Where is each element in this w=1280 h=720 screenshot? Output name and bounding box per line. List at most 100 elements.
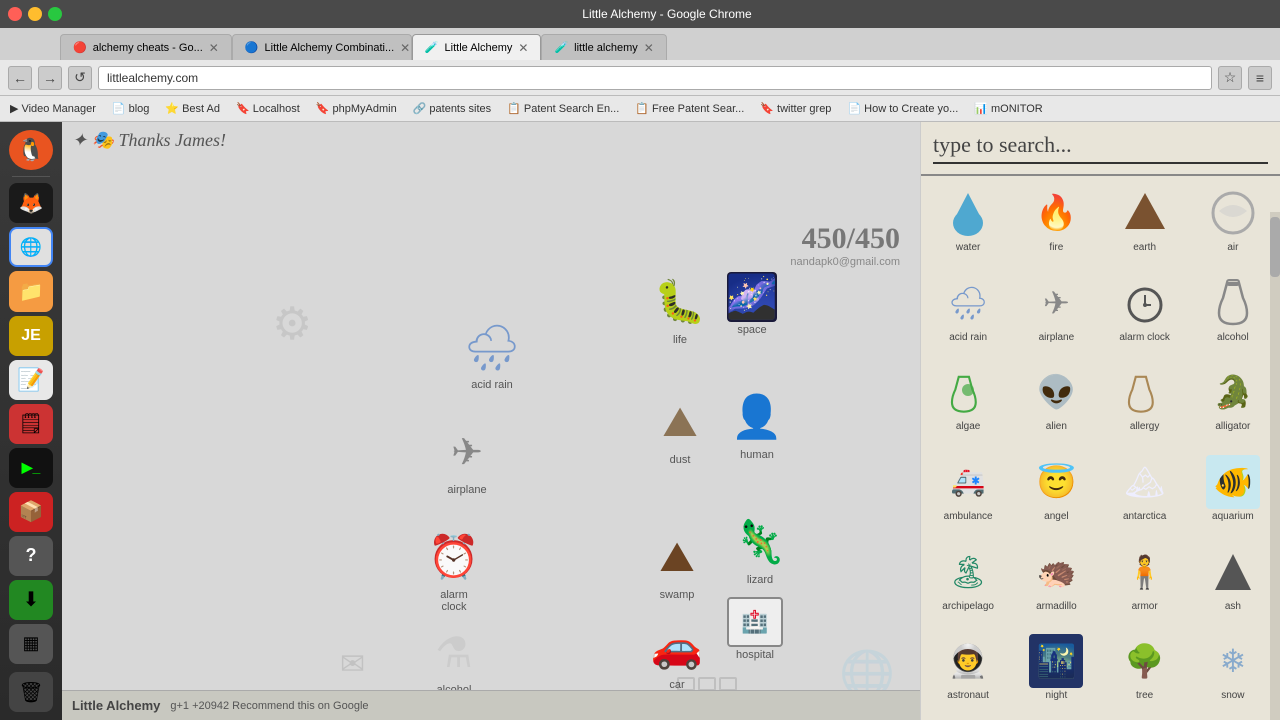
board-element-dust[interactable]: ⛰ dust	[650, 392, 710, 466]
back-button[interactable]: ←	[8, 66, 32, 90]
tab-alchemy-cheats[interactable]: 🔴 alchemy cheats - Go... ✕	[60, 34, 232, 60]
maximize-button[interactable]	[48, 7, 62, 21]
board-element-hospital[interactable]: 🏥 hospital	[727, 597, 783, 661]
dock-files[interactable]: 📁	[9, 271, 53, 311]
element-night[interactable]: 🌃 night	[1013, 628, 1099, 716]
tab-close-4[interactable]: ✕	[644, 41, 654, 55]
snow-label: snow	[1221, 690, 1244, 702]
url-bar[interactable]: littlealchemy.com	[98, 66, 1212, 90]
bg-envelope: ✉	[340, 647, 365, 682]
bookmark-best-ad[interactable]: ⭐ Best Ad	[159, 100, 226, 117]
element-armor[interactable]: 🧍 armor	[1102, 539, 1188, 627]
element-ambulance[interactable]: 🚑 ambulance	[925, 449, 1011, 537]
board-element-life[interactable]: 🐛 life	[650, 272, 710, 346]
elements-panel: type to search... water 🔥 fire earth	[920, 122, 1280, 720]
board-element-car[interactable]: 🚗 car	[647, 617, 707, 691]
dock-uget[interactable]: ⬇	[9, 580, 53, 620]
dock-terminal[interactable]: ▶_	[9, 448, 53, 488]
element-air[interactable]: air	[1190, 180, 1276, 268]
element-alien[interactable]: 👽 alien	[1013, 359, 1099, 447]
airplane-label: airplane	[447, 484, 486, 496]
dock-ubuntu[interactable]: 🐧	[9, 130, 53, 170]
bookmark-video-manager[interactable]: ▶ Video Manager	[4, 100, 102, 117]
board-element-swamp[interactable]: ⛰ swamp	[647, 527, 707, 601]
panel-astronaut-icon: 👨‍🚀	[941, 634, 995, 688]
bookmark-blog[interactable]: 📄 blog	[106, 100, 156, 117]
dock-je[interactable]: JE	[9, 316, 53, 356]
element-astronaut[interactable]: 👨‍🚀 astronaut	[925, 628, 1011, 716]
element-acid-rain[interactable]: 🌧 acid rain	[925, 270, 1011, 358]
forward-button[interactable]: →	[38, 66, 62, 90]
bookmark-monitor[interactable]: 📊 mONITOR	[968, 100, 1048, 117]
board-element-lizard[interactable]: 🦎 lizard	[730, 512, 790, 586]
bookmark-phpmyadmin[interactable]: 🔖 phpMyAdmin	[310, 100, 403, 117]
panel-scrollbar[interactable]	[1270, 212, 1280, 720]
element-alcohol[interactable]: alcohol	[1190, 270, 1276, 358]
panel-angel-icon: 😇	[1029, 455, 1083, 509]
search-area: type to search...	[921, 122, 1280, 176]
dock-workspace[interactable]: ▦	[9, 624, 53, 664]
minimize-button[interactable]	[28, 7, 42, 21]
ash-label: ash	[1225, 601, 1241, 613]
tab-little-alchemy-2[interactable]: 🧪 little alchemy ✕	[541, 34, 666, 60]
life-label: life	[673, 334, 687, 346]
dock-synaptic[interactable]: 📦	[9, 492, 53, 532]
board-element-human[interactable]: 👤 human	[727, 387, 787, 461]
dock-trash[interactable]: 🗑	[9, 672, 53, 712]
element-angel[interactable]: 😇 angel	[1013, 449, 1099, 537]
alien-label: alien	[1046, 421, 1067, 433]
tab-combinations[interactable]: 🔵 Little Alchemy Combinati... ✕	[232, 34, 412, 60]
armor-label: armor	[1132, 601, 1158, 613]
element-snow[interactable]: ❄ snow	[1190, 628, 1276, 716]
tab-close-1[interactable]: ✕	[209, 41, 219, 55]
dock-text-editor[interactable]: 📝	[9, 360, 53, 400]
element-airplane[interactable]: ✈ airplane	[1013, 270, 1099, 358]
bookmark-patents[interactable]: 🔗 patents sites	[407, 100, 497, 117]
close-button[interactable]	[8, 7, 22, 21]
panel-ash-icon	[1206, 545, 1260, 599]
board-element-acid-rain[interactable]: 🌧 acid rain	[462, 317, 522, 391]
acid-rain-panel-label: acid rain	[949, 332, 987, 344]
tab-close-3[interactable]: ✕	[518, 41, 528, 55]
game-header: ✦ 🎭 Thanks James!	[72, 130, 910, 151]
tab-little-alchemy[interactable]: 🧪 Little Alchemy ✕	[412, 34, 542, 60]
refresh-button[interactable]: ↺	[68, 66, 92, 90]
element-alligator[interactable]: 🐊 alligator	[1190, 359, 1276, 447]
fire-label: fire	[1049, 242, 1063, 254]
element-alarm-clock[interactable]: alarm clock	[1102, 270, 1188, 358]
element-archipelago[interactable]: 🏝 archipelago	[925, 539, 1011, 627]
armadillo-label: armadillo	[1036, 601, 1077, 613]
element-tree[interactable]: 🌳 tree	[1102, 628, 1188, 716]
bookmarks-bar: ▶ Video Manager 📄 blog ⭐ Best Ad 🔖 Local…	[0, 96, 1280, 122]
menu-button[interactable]: ≡	[1248, 66, 1272, 90]
element-algae[interactable]: algae	[925, 359, 1011, 447]
tab-close-2[interactable]: ✕	[400, 41, 410, 55]
panel-alcohol-icon	[1206, 276, 1260, 330]
bookmark-patent-search[interactable]: 📋 Patent Search En...	[501, 100, 625, 117]
dock-chrome[interactable]: 🌐	[9, 227, 53, 267]
search-input[interactable]: type to search...	[933, 132, 1268, 164]
dock-help[interactable]: ?	[9, 536, 53, 576]
bookmark-how-to[interactable]: 📄 How to Create yo...	[841, 100, 964, 117]
dock-firefox[interactable]: 🦊	[9, 183, 53, 223]
tab-label-2: Little Alchemy Combinati...	[265, 42, 395, 54]
element-allergy[interactable]: allergy	[1102, 359, 1188, 447]
element-aquarium[interactable]: 🐠 aquarium	[1190, 449, 1276, 537]
board-element-alarm-clock[interactable]: ⏰ alarmclock	[424, 527, 484, 613]
board-element-airplane[interactable]: ✈ airplane	[437, 422, 497, 496]
element-ash[interactable]: ash	[1190, 539, 1276, 627]
board-element-space[interactable]: 🌌 space	[727, 272, 777, 336]
element-water[interactable]: water	[925, 180, 1011, 268]
element-antarctica[interactable]: 🏔 antarctica	[1102, 449, 1188, 537]
dock-tomboy[interactable]: 🗒	[9, 404, 53, 444]
board-element-alcohol[interactable]: ⚗ alcohol	[424, 622, 484, 696]
scrollbar-thumb[interactable]	[1270, 217, 1280, 277]
element-armadillo[interactable]: 🦔 armadillo	[1013, 539, 1099, 627]
element-fire[interactable]: 🔥 fire	[1013, 180, 1099, 268]
bookmark-free-patent[interactable]: 📋 Free Patent Sear...	[629, 100, 750, 117]
bookmark-twitter[interactable]: 🔖 twitter grep	[754, 100, 837, 117]
window-controls[interactable]	[8, 7, 62, 21]
element-earth[interactable]: earth	[1102, 180, 1188, 268]
bookmark-localhost[interactable]: 🔖 Localhost	[230, 100, 306, 117]
bookmark-star[interactable]: ☆	[1218, 66, 1242, 90]
